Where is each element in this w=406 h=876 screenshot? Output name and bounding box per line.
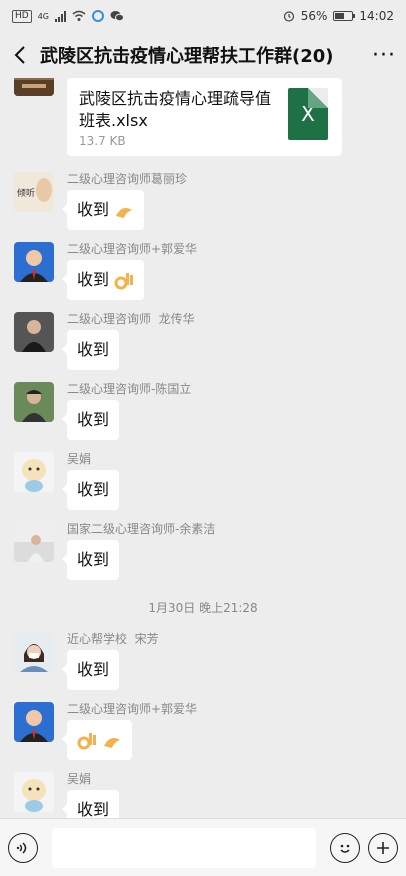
message-bubble[interactable]: 收到 [61,790,120,818]
ok-hand-emoji-icon [116,207,133,218]
emoji-button[interactable] [330,832,360,863]
chevron-left-icon [14,46,25,64]
chat-list[interactable]: 武陵区抗击疫情心理疏导值班表.xlsx 13.7 KB X 倾听 二级心理咨询师… [0,78,406,818]
avatar[interactable] [14,702,54,742]
message-bubble[interactable]: 收到 [61,330,120,370]
battery-icon [333,11,356,21]
chat-header: 武陵区抗击疫情心理帮扶工作群(20) ··· [0,32,406,78]
message-text: 收到 [77,550,110,569]
message-text: 收到 [77,200,110,219]
more-dots-icon: ··· [372,42,396,68]
message-text: 收到 [77,340,110,359]
sender-name: 二级心理咨询师-陈国立 [67,382,192,396]
avatar[interactable] [14,772,54,812]
avatar-text: 倾听 [17,189,36,199]
clock: 14:02 [359,9,394,23]
message-text: 收到 [77,800,110,818]
ok-hand-emoji-icon [114,272,134,289]
plus-icon [377,841,389,854]
message-bubble[interactable]: 收到 [61,400,120,440]
message-bubble[interactable]: 收到 [61,650,120,690]
battery-percent: 56% [300,9,328,23]
avatar[interactable]: 倾听 [14,172,54,212]
network-badge: 4G [37,11,49,21]
more-button[interactable]: ··· [362,32,406,78]
message-item: 二级心理咨询师+郭爱华 收到 [14,242,394,302]
file-name: 武陵区抗击疫情心理疏导值班表.xlsx [79,89,272,130]
excel-file-icon: X [288,88,328,140]
message-item: 二级心理咨询师+郭爱华 [14,702,394,762]
voice-icon [16,841,27,854]
hd-badge: HD [12,9,32,23]
avatar[interactable] [14,242,54,282]
message-item: 吴娟 收到 [14,772,394,818]
sender-name: 二级心理咨询师 龙传华 [67,312,195,326]
input-bar [0,818,406,876]
message-bubble[interactable] [61,720,133,760]
status-left: HD 4G [12,9,124,23]
sender-name: 吴娟 [67,772,92,786]
sender-name: 二级心理咨询师+郭爱华 [67,702,198,716]
file-card[interactable]: 武陵区抗击疫情心理疏导值班表.xlsx 13.7 KB X [67,78,342,156]
signal-icon [55,10,66,22]
wifi-icon [72,10,86,21]
message-bubble[interactable]: 收到 [61,190,145,230]
avatar[interactable] [14,452,54,492]
status-right: 56% 14:02 [283,9,394,23]
avatar[interactable] [14,632,54,672]
message-bubble[interactable]: 收到 [61,260,145,300]
message-text: 收到 [77,270,110,289]
sender-name: 二级心理咨询师+郭爱华 [67,242,198,256]
avatar[interactable] [14,522,54,562]
chat-title: 武陵区抗击疫情心理帮扶工作群(20) [40,46,334,67]
sender-name: 国家二级心理咨询师-余素洁 [67,522,216,536]
add-button[interactable] [368,832,398,863]
wechat-icon [110,11,124,22]
avatar[interactable] [14,312,54,352]
message-bubble[interactable]: 收到 [61,540,120,580]
message-item: 二级心理咨询师-陈国立 收到 [14,382,394,442]
message-text: 收到 [77,660,110,679]
message-input[interactable] [52,827,316,868]
status-bar: HD 4G 56% 14:02 [0,0,406,32]
back-button[interactable] [0,32,40,78]
message-item: 倾听 二级心理咨询师葛丽珍 收到 [14,172,394,232]
chat-timestamp: 1月30日 晚上21:28 [148,601,258,615]
message-item: 近心帮学校 宋芳 收到 [14,632,394,692]
alarm-icon [283,11,294,22]
avatar[interactable] [14,382,54,422]
smiley-icon [340,844,350,853]
message-item: 二级心理咨询师 龙传华 收到 [14,312,394,372]
sender-name: 二级心理咨询师葛丽珍 [67,172,188,186]
message-text: 收到 [77,410,110,429]
ok-hand-emoji-icon [104,737,121,748]
app-icon [92,10,104,22]
message-file: 武陵区抗击疫情心理疏导值班表.xlsx 13.7 KB X [14,78,394,158]
message-bubble[interactable]: 收到 [61,470,120,510]
sender-name: 吴娟 [67,452,92,466]
message-text: 收到 [77,480,110,499]
voice-button[interactable] [8,832,38,863]
message-item: 吴娟 收到 [14,452,394,512]
avatar[interactable] [14,78,54,96]
ok-hand-emoji-icon [77,732,96,749]
sender-name: 近心帮学校 宋芳 [67,632,159,646]
message-item: 国家二级心理咨询师-余素洁 收到 [14,522,394,582]
